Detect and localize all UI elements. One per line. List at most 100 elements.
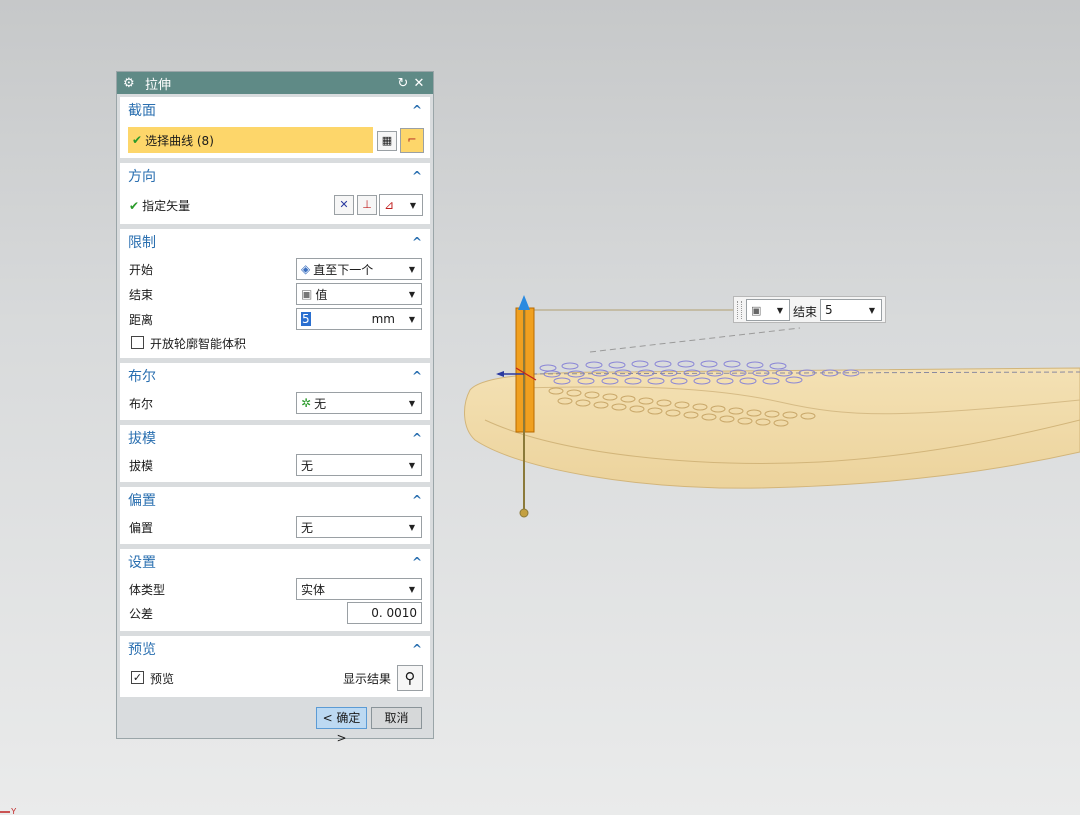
tolerance-row: 公差 0. 0010 — [120, 601, 430, 625]
magnifier-icon[interactable]: ⚲ — [397, 665, 423, 691]
start-row: 开始 ◈ 直至下一个 ▼ — [120, 257, 430, 281]
tolerance-input[interactable]: 0. 0010 — [347, 602, 422, 624]
end-label: 结束 — [129, 287, 154, 302]
tolerance-value: 0. 0010 — [371, 606, 417, 620]
distance-row: 距离 5 mm ▼ — [120, 307, 430, 331]
body-type-dropdown[interactable]: 实体 ▼ — [296, 578, 422, 600]
preview-group: 预览 ^ ✓ 预览 显示结果 ⚲ — [120, 636, 430, 697]
distance-input[interactable]: 5 mm ▼ — [296, 308, 422, 330]
end-dropdown[interactable]: ▣ 值 ▼ — [296, 283, 422, 305]
boolean-group: 布尔 ^ 布尔 ✲ 无 ▼ — [120, 363, 430, 420]
settings-header[interactable]: 设置 ^ — [120, 549, 430, 575]
check-icon: ✔ — [132, 133, 143, 147]
chevron-down-icon: ▼ — [408, 314, 415, 324]
distance-float-toolbar: ▣ ▼ 结束 5 ▼ — [733, 296, 886, 323]
preview-label: 预览 — [150, 671, 175, 686]
boolean-value: 无 — [314, 396, 327, 411]
collapse-caret-icon[interactable]: ^ — [412, 369, 422, 383]
float-end-value-input[interactable]: 5 ▼ — [820, 299, 882, 321]
section-header[interactable]: 截面 ^ — [120, 97, 430, 123]
draft-header[interactable]: 拔模 ^ — [120, 425, 430, 451]
distance-handle-ball[interactable] — [519, 508, 529, 518]
insole-model[interactable] — [464, 367, 1080, 489]
offset-value: 无 — [301, 520, 314, 535]
direction-header[interactable]: 方向 ^ — [120, 163, 430, 189]
chevron-down-icon: ▼ — [408, 398, 415, 408]
collapse-caret-icon[interactable]: ^ — [412, 103, 422, 117]
boolean-label: 布尔 — [129, 396, 154, 411]
extrude-dialog: ⚙ 拉伸 ↻ ✕ 截面 ^ ✔ 选择曲线 (8) ▦ ⌐ 方向 ^ ✔ 指定矢量 … — [116, 71, 434, 745]
draft-group: 拔模 ^ 拔模 无 ▼ — [120, 425, 430, 482]
preview-row: ✓ 预览 显示结果 ⚲ — [120, 665, 430, 691]
reset-icon[interactable]: ↻ — [395, 76, 411, 91]
limits-header[interactable]: 限制 ^ — [120, 229, 430, 255]
sketch-section-icon[interactable]: ⌐ — [400, 128, 424, 153]
start-label: 开始 — [129, 262, 154, 277]
wcs-marker-label: Y — [11, 807, 17, 815]
chevron-down-icon: ▼ — [408, 289, 415, 299]
close-icon[interactable]: ✕ — [411, 76, 427, 91]
collapse-caret-icon[interactable]: ^ — [412, 555, 422, 569]
collapse-caret-icon[interactable]: ^ — [412, 642, 422, 656]
specify-vector-text: 指定矢量 — [142, 198, 191, 213]
settings-group: 设置 ^ 体类型 实体 ▼ 公差 0. 0010 — [120, 549, 430, 631]
open-profile-row: 开放轮廓智能体积 — [120, 331, 430, 355]
gear-icon[interactable]: ⚙ — [123, 76, 139, 91]
tolerance-label: 公差 — [129, 606, 154, 621]
float-end-type-dropdown[interactable]: ▣ ▼ — [746, 299, 790, 321]
end-row: 结束 ▣ 值 ▼ — [120, 282, 430, 306]
draft-title: 拔模 — [128, 431, 156, 447]
specify-vector-row: ✔ 指定矢量 ✕ ⊥ ⊿ ▼ — [120, 193, 430, 217]
preview-title: 预览 — [128, 642, 156, 658]
select-curve-row[interactable]: ✔ 选择曲线 (8) — [128, 127, 373, 153]
cancel-button[interactable]: 取消 — [371, 707, 422, 729]
collapse-caret-icon[interactable]: ^ — [412, 169, 422, 183]
collapse-caret-icon[interactable]: ^ — [412, 235, 422, 249]
direction-group: 方向 ^ ✔ 指定矢量 ✕ ⊥ ⊿ ▼ — [120, 163, 430, 224]
float-end-label: 结束 — [793, 305, 818, 319]
draft-row: 拔模 无 ▼ — [120, 453, 430, 477]
chevron-down-icon: ▼ — [409, 200, 416, 210]
chevron-down-icon: ▼ — [868, 305, 875, 315]
offset-row: 偏置 无 ▼ — [120, 515, 430, 539]
direction-arrow-head[interactable] — [518, 295, 530, 310]
chevron-down-icon: ▼ — [408, 522, 415, 532]
specify-vector-label: ✔ 指定矢量 — [129, 197, 190, 214]
collapse-caret-icon[interactable]: ^ — [412, 431, 422, 445]
reverse-direction-icon[interactable]: ✕ — [334, 195, 354, 215]
body-type-row: 体类型 实体 ▼ — [120, 577, 430, 601]
settings-title: 设置 — [128, 555, 156, 571]
body-type-value: 实体 — [301, 582, 326, 597]
ok-button[interactable]: < 确定 > — [316, 707, 367, 745]
vector-dialog-icon[interactable]: ⊥ — [357, 195, 377, 215]
collapse-caret-icon[interactable]: ^ — [412, 493, 422, 507]
show-result-label: 显示结果 — [343, 671, 392, 686]
boolean-header[interactable]: 布尔 ^ — [120, 363, 430, 389]
boolean-none-icon: ✲ — [301, 396, 312, 410]
float-grip[interactable] — [737, 301, 742, 319]
offset-label: 偏置 — [129, 520, 154, 535]
offset-title: 偏置 — [128, 493, 156, 509]
boolean-dropdown[interactable]: ✲ 无 ▼ — [296, 392, 422, 414]
preview-checkbox[interactable]: ✓ — [131, 671, 144, 684]
offset-dropdown[interactable]: 无 ▼ — [296, 516, 422, 538]
section-group: 截面 ^ ✔ 选择曲线 (8) ▦ ⌐ — [120, 97, 430, 158]
boolean-row: 布尔 ✲ 无 ▼ — [120, 391, 430, 415]
vector-type-dropdown[interactable]: ⊿ ▼ — [379, 194, 423, 216]
direction-title: 方向 — [128, 169, 156, 185]
end-value: 值 — [315, 287, 328, 302]
body-type-label: 体类型 — [129, 582, 166, 597]
draft-dropdown[interactable]: 无 ▼ — [296, 454, 422, 476]
chevron-down-icon: ▼ — [776, 305, 783, 315]
chevron-down-icon: ▼ — [408, 584, 415, 594]
value-cube-icon: ▣ — [301, 287, 313, 301]
triad-x-arrow — [496, 371, 504, 377]
preview-header[interactable]: 预览 ^ — [120, 636, 430, 662]
open-profile-checkbox[interactable] — [131, 336, 144, 349]
float-end-value: 5 — [825, 303, 833, 317]
offset-header[interactable]: 偏置 ^ — [120, 487, 430, 513]
dialog-title-bar[interactable]: ⚙ 拉伸 ↻ ✕ — [117, 72, 433, 94]
curve-rule-icon[interactable]: ▦ — [377, 131, 397, 151]
offset-group: 偏置 ^ 偏置 无 ▼ — [120, 487, 430, 544]
start-dropdown[interactable]: ◈ 直至下一个 ▼ — [296, 258, 422, 280]
